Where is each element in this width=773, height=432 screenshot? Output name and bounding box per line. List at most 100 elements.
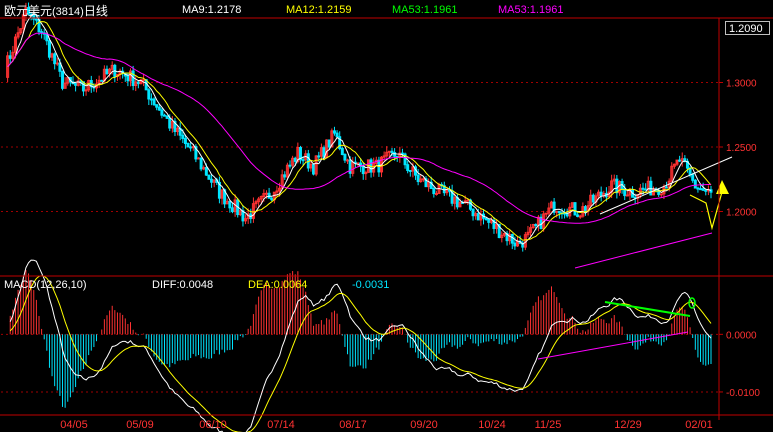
price-tick-label: 1.3000	[726, 79, 757, 90]
price-tick-label: 1.2500	[726, 143, 757, 154]
candle-down	[61, 70, 65, 89]
ma9-line	[7, 13, 712, 245]
candle-up	[625, 194, 629, 197]
ma12-line	[7, 21, 712, 241]
macd-title: MACD(12,26,10)	[4, 279, 87, 291]
axes	[0, 17, 773, 420]
candle-down	[406, 164, 410, 171]
candle-down	[207, 174, 211, 180]
candle-down	[510, 233, 514, 244]
candle-down	[160, 109, 164, 116]
candle-down	[312, 163, 316, 175]
x-tick-label: 10/24	[478, 419, 506, 431]
candle-down	[210, 178, 214, 183]
candle-down	[34, 18, 38, 21]
candle-down	[704, 189, 708, 192]
candle-down	[693, 179, 697, 189]
macd-value: -0.0031	[352, 279, 390, 291]
candle-up	[434, 192, 438, 195]
macd-divergence-green-line	[604, 301, 691, 317]
x-tick-label: 06/10	[199, 419, 227, 431]
candle-down	[513, 242, 517, 247]
candle-down	[327, 139, 331, 148]
x-tick-label: 09/20	[410, 419, 438, 431]
candle-down	[565, 213, 569, 217]
candle-down	[400, 152, 404, 155]
candle-down	[576, 214, 580, 218]
candle-down	[696, 187, 700, 190]
x-tick-label: 05/09	[126, 419, 154, 431]
candle-down	[152, 98, 156, 106]
candle-down	[343, 154, 347, 161]
ma53-label-green: MA53:1.1961	[392, 4, 458, 16]
x-tick-label: 04/05	[60, 419, 88, 431]
candle-down	[599, 191, 603, 197]
y-axis-labels: 1.3000 1.2500 1.2000 0.0000 -0.0100	[726, 79, 760, 399]
x-tick-label: 11/25	[535, 419, 562, 431]
candle-down	[163, 114, 167, 117]
price-tick-label: 1.2000	[726, 208, 757, 219]
candle-down	[699, 188, 703, 191]
candle-down	[204, 167, 208, 176]
candle-up	[55, 62, 59, 65]
candle-down	[534, 224, 538, 227]
macd-tick-label: 0.0000	[726, 330, 757, 341]
candle-down	[100, 79, 104, 82]
candle-down	[270, 197, 274, 201]
candle-down	[317, 155, 321, 158]
candle-down	[126, 75, 130, 82]
candle-down	[591, 194, 595, 203]
projection-line	[689, 191, 723, 231]
candle-down	[644, 188, 648, 191]
ma12-label: MA12:1.2159	[286, 4, 352, 16]
x-tick-label: 02/01	[685, 419, 713, 431]
candle-down	[47, 40, 51, 58]
candle-up	[466, 199, 470, 202]
candle-down	[301, 159, 305, 162]
instrument-title: 欧元美元(3814)日线	[4, 4, 108, 18]
candle-down	[665, 186, 669, 189]
candle-down	[155, 104, 159, 108]
candle-down	[416, 174, 420, 183]
candle-down	[408, 169, 412, 172]
candle-up	[346, 159, 350, 162]
projection-arrow	[716, 180, 729, 194]
candle-down	[105, 68, 109, 75]
candle-down	[476, 213, 480, 221]
candle-down	[186, 143, 190, 148]
candle-down	[390, 150, 394, 154]
candle-up	[555, 210, 559, 213]
candle-up	[544, 212, 548, 215]
macd-dea: DEA:0.0064	[248, 279, 308, 291]
candle-down	[691, 174, 695, 181]
x-tick-label: 07/14	[267, 419, 295, 431]
candle-down	[335, 132, 339, 138]
candle-down	[230, 207, 234, 213]
candle-down	[293, 157, 297, 162]
macd-tick-label: -0.0100	[726, 388, 760, 399]
candle-up	[578, 215, 582, 218]
candle-down	[8, 55, 12, 59]
candle-down	[283, 174, 287, 178]
candle-down	[288, 164, 292, 167]
candle-down	[149, 98, 153, 101]
current-price-box: 1.2090	[725, 21, 770, 35]
candle-down	[701, 188, 705, 191]
candle-down	[228, 200, 232, 209]
candle-down	[332, 130, 336, 134]
candle-down	[74, 82, 78, 86]
candle-up	[421, 178, 425, 181]
ma9-label: MA9:1.2178	[182, 4, 242, 16]
candle-up	[264, 192, 268, 195]
candle-down	[165, 115, 169, 119]
candle-up	[196, 157, 200, 160]
candle-down	[189, 146, 193, 149]
candle-down	[340, 147, 344, 156]
candle-down	[199, 157, 203, 170]
candle-down	[40, 31, 44, 34]
macd-diff: DIFF:0.0048	[152, 279, 214, 291]
candle-down	[484, 217, 488, 221]
candle-down	[649, 180, 653, 196]
x-tick-label: 12/29	[614, 419, 642, 431]
candle-down	[157, 106, 161, 111]
